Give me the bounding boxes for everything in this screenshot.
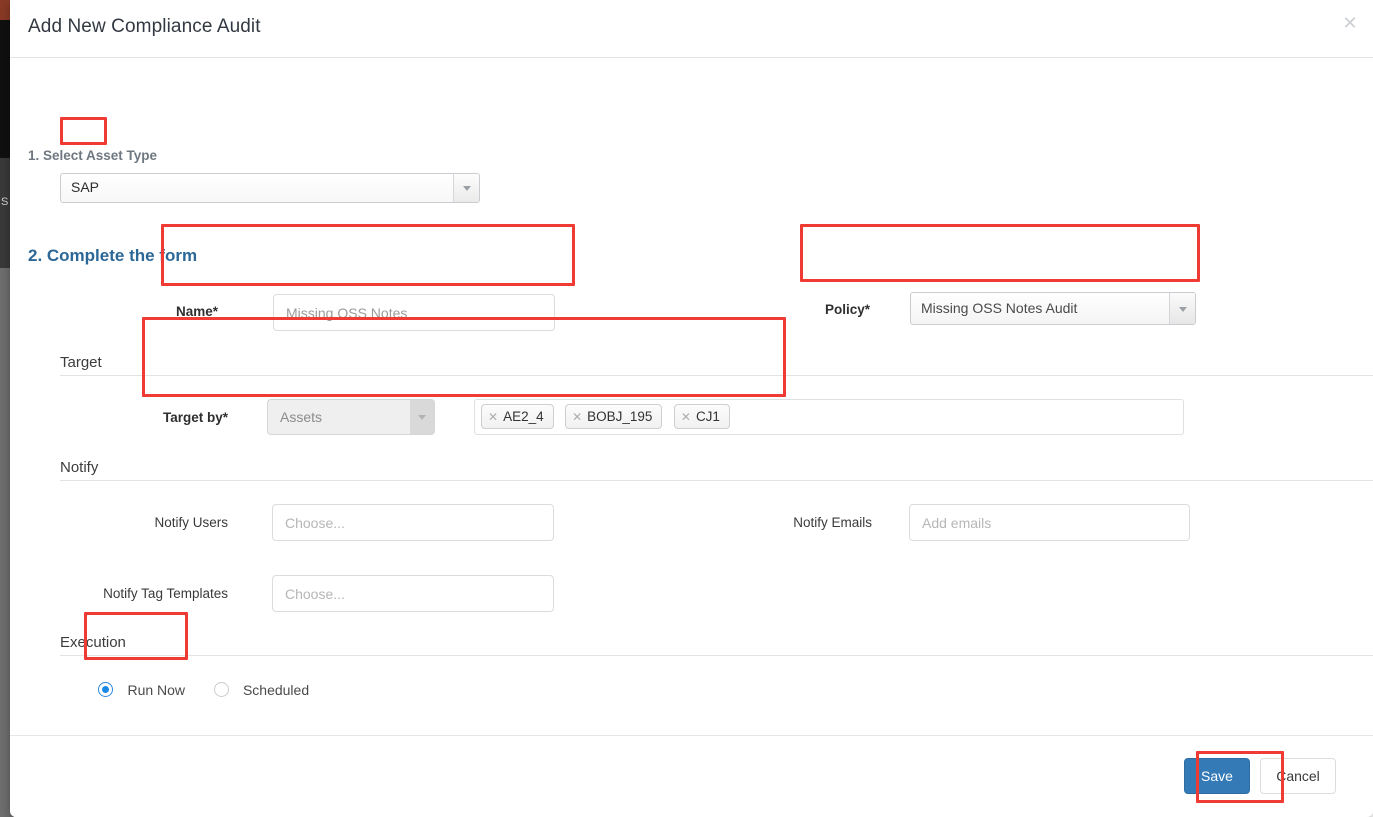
notify-tag-templates-label: Notify Tag Templates: [58, 586, 228, 601]
modal-header: Add New Compliance Audit ✕: [10, 0, 1373, 58]
radio-scheduled-circle[interactable]: [214, 682, 229, 697]
target-by-required-mark: *: [223, 410, 228, 425]
policy-label: Policy*: [800, 302, 870, 317]
remove-chip-icon[interactable]: ✕: [572, 410, 582, 424]
notify-emails-input[interactable]: [909, 504, 1190, 541]
policy-label-text: Policy: [825, 302, 865, 317]
step-2-heading: 2. Complete the form: [28, 246, 197, 266]
radio-run-now[interactable]: Run Now: [98, 681, 185, 699]
target-by-label-text: Target by: [163, 410, 223, 425]
radio-scheduled-label: Scheduled: [243, 682, 309, 698]
target-section-header: Target: [60, 354, 1373, 374]
target-by-select[interactable]: Assets: [267, 399, 435, 435]
radio-scheduled[interactable]: Scheduled: [214, 681, 310, 699]
list-item[interactable]: ✕ AE2_4: [481, 404, 554, 429]
chevron-down-icon[interactable]: [1169, 293, 1195, 324]
policy-select[interactable]: Missing OSS Notes Audit: [910, 292, 1196, 325]
close-icon[interactable]: ✕: [1339, 12, 1361, 34]
remove-chip-icon[interactable]: ✕: [488, 410, 498, 424]
target-section-label: Target: [60, 354, 112, 371]
policy-required-mark: *: [865, 302, 870, 317]
radio-run-now-circle[interactable]: [98, 682, 113, 697]
add-compliance-audit-modal: Add New Compliance Audit ✕ 1. Select Ass…: [10, 0, 1373, 817]
notify-users-input[interactable]: [272, 504, 554, 541]
notify-section-header: Notify: [60, 459, 1373, 479]
notify-emails-label: Notify Emails: [710, 515, 872, 530]
chip-label: AE2_4: [503, 409, 544, 424]
execution-section-header: Execution: [60, 634, 1373, 654]
asset-type-value: SAP: [71, 179, 99, 195]
section-divider: [60, 655, 1373, 656]
remove-chip-icon[interactable]: ✕: [681, 410, 691, 424]
section-divider: [60, 375, 1373, 376]
list-item[interactable]: ✕ CJ1: [674, 404, 730, 429]
modal-footer: Save Cancel: [10, 735, 1373, 817]
chip-label: BOBJ_195: [587, 409, 652, 424]
policy-value: Missing OSS Notes Audit: [921, 300, 1077, 316]
execution-section-label: Execution: [60, 634, 136, 651]
notify-users-label: Notify Users: [118, 515, 228, 530]
target-by-value: Assets: [280, 409, 322, 425]
target-assets-chips[interactable]: ✕ AE2_4 ✕ BOBJ_195 ✕ CJ1: [474, 399, 1184, 435]
name-label: Name*: [128, 304, 218, 319]
list-item[interactable]: ✕ BOBJ_195: [565, 404, 662, 429]
target-by-label: Target by*: [98, 410, 228, 425]
asset-type-select[interactable]: SAP: [60, 173, 480, 203]
cancel-button[interactable]: Cancel: [1260, 758, 1336, 794]
radio-run-now-label: Run Now: [127, 682, 185, 698]
execution-radio-group: Run Now Scheduled: [98, 681, 333, 699]
page-title: Add New Compliance Audit: [28, 16, 261, 38]
chip-label: CJ1: [696, 409, 720, 424]
name-required-mark: *: [213, 304, 218, 319]
name-input[interactable]: [273, 294, 555, 331]
step-1-heading: 1. Select Asset Type: [28, 148, 157, 163]
background-nav-text: S: [1, 196, 8, 208]
notify-tag-templates-input[interactable]: [272, 575, 554, 612]
notify-section-label: Notify: [60, 459, 108, 476]
modal-body: 1. Select Asset Type SAP 2. Complete the…: [10, 58, 1373, 734]
chevron-down-icon[interactable]: [453, 174, 479, 202]
section-divider: [60, 480, 1373, 481]
chevron-down-icon[interactable]: [410, 400, 434, 434]
save-button[interactable]: Save: [1184, 758, 1250, 794]
name-label-text: Name: [176, 304, 213, 319]
